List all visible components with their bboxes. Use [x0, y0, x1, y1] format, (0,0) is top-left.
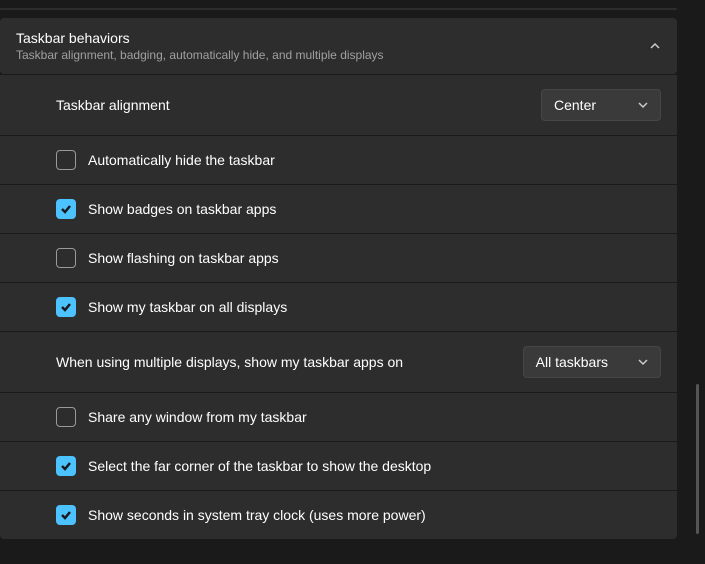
divider	[0, 8, 677, 10]
show-flashing-row: Show flashing on taskbar apps	[0, 234, 677, 283]
setting-label: Show my taskbar on all displays	[88, 299, 287, 315]
taskbar-alignment-dropdown[interactable]: Center	[541, 89, 661, 121]
multi-display-dropdown[interactable]: All taskbars	[523, 346, 661, 378]
section-header-text: Taskbar behaviors Taskbar alignment, bad…	[16, 30, 384, 62]
chevron-up-icon	[649, 40, 661, 52]
taskbar-behaviors-header[interactable]: Taskbar behaviors Taskbar alignment, bad…	[0, 18, 677, 74]
scrollbar-thumb[interactable]	[696, 384, 699, 534]
setting-label: Share any window from my taskbar	[88, 409, 307, 425]
all-displays-checkbox[interactable]	[56, 297, 76, 317]
chevron-down-icon	[638, 357, 648, 367]
setting-label: Show flashing on taskbar apps	[88, 250, 279, 266]
setting-label: Show badges on taskbar apps	[88, 201, 276, 217]
show-seconds-row: Show seconds in system tray clock (uses …	[0, 491, 677, 539]
scrollbar[interactable]	[693, 4, 701, 560]
setting-label: Taskbar alignment	[56, 97, 170, 113]
show-flashing-checkbox[interactable]	[56, 248, 76, 268]
auto-hide-checkbox[interactable]	[56, 150, 76, 170]
auto-hide-row: Automatically hide the taskbar	[0, 136, 677, 185]
far-corner-row: Select the far corner of the taskbar to …	[0, 442, 677, 491]
dropdown-value: All taskbars	[536, 354, 608, 370]
all-displays-row: Show my taskbar on all displays	[0, 283, 677, 332]
share-window-row: Share any window from my taskbar	[0, 393, 677, 442]
setting-label: When using multiple displays, show my ta…	[56, 354, 403, 370]
section-subtitle: Taskbar alignment, badging, automaticall…	[16, 48, 384, 62]
taskbar-alignment-row: Taskbar alignment Center	[0, 75, 677, 136]
dropdown-value: Center	[554, 97, 596, 113]
setting-label: Show seconds in system tray clock (uses …	[88, 507, 426, 523]
setting-label: Automatically hide the taskbar	[88, 152, 275, 168]
settings-list: Taskbar alignment Center Automatically h…	[0, 75, 677, 539]
share-window-checkbox[interactable]	[56, 407, 76, 427]
show-badges-checkbox[interactable]	[56, 199, 76, 219]
show-seconds-checkbox[interactable]	[56, 505, 76, 525]
far-corner-checkbox[interactable]	[56, 456, 76, 476]
section-title: Taskbar behaviors	[16, 30, 384, 46]
show-badges-row: Show badges on taskbar apps	[0, 185, 677, 234]
chevron-down-icon	[638, 100, 648, 110]
multi-display-row: When using multiple displays, show my ta…	[0, 332, 677, 393]
setting-label: Select the far corner of the taskbar to …	[88, 458, 431, 474]
